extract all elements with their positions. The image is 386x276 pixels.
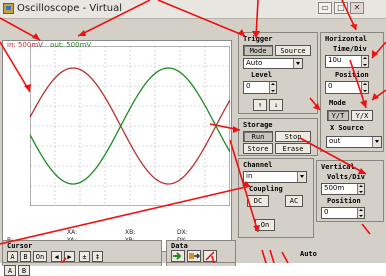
time-div-field[interactable]: 10u [325,55,369,68]
readout-dx: DX: [177,229,188,236]
close-button[interactable]: ✕ [350,2,364,14]
data-title-label: Data [171,242,188,250]
minimize-button[interactable]: ▭ [318,2,332,14]
chevron-down-icon[interactable] [372,137,381,147]
trigger-level-label: Level [251,71,273,79]
yx-mode-button[interactable]: Y/X [351,110,373,121]
vertical-position-value: 0 [324,208,329,216]
horizontal-mode-label: Mode [329,99,346,107]
horizontal-position-label: Position [335,71,369,79]
dc-coupling-button[interactable]: DC [247,195,269,207]
storage-title: Storage [243,121,273,129]
export-data-icon[interactable] [187,250,201,262]
window-title: Oscilloscope - Virtual [17,3,122,14]
trigger-mode-select[interactable]: Auto [243,58,303,69]
clear-data-icon[interactable] [203,250,217,262]
horizontal-position-value: 0 [328,82,333,90]
position-spinner-icon[interactable] [361,82,368,93]
horizontal-position-field[interactable]: 0 [325,81,369,94]
cursor-a-button[interactable]: A [4,265,16,276]
horizontal-panel: Horizontal Time/Div 10u Position 0 Mode … [320,32,384,152]
cursor-pm-btn[interactable]: ± [79,251,90,262]
cursor-left-btn[interactable]: ◀ [51,251,62,262]
time-div-label: Time/Div [333,45,367,53]
readout-xa: XA: [67,229,78,236]
chevron-down-icon[interactable] [297,172,306,182]
data-controls: Data [166,240,236,263]
volts-div-label: Volts/Div [327,173,365,181]
x-source-select[interactable]: out [326,136,382,148]
cursor-updown-btn[interactable]: ‡ [92,251,103,262]
cursor-a-btn[interactable]: A [7,251,18,262]
erase-button[interactable]: Erase [275,143,311,154]
store-button[interactable]: Store [243,143,273,154]
yt-mode-button[interactable]: Y/T [327,110,349,121]
oscilloscope-window: Oscilloscope - Virtual ▭ □ ✕ in: 500mV o… [0,0,386,276]
run-button[interactable]: Run [243,131,273,142]
channel-select[interactable]: in [243,171,307,183]
cursor-title-label: Cursor [7,242,33,250]
coupling-label: Coupling [249,185,283,193]
vertical-title: Vertical [321,163,355,171]
x-source-value: out [329,137,341,145]
x-source-label: X Source [330,124,364,132]
time-div-spinner-icon[interactable] [361,56,368,67]
waveform-plot [30,46,230,206]
maximize-button[interactable]: □ [334,2,348,14]
channel-panel: Channel in Coupling DC AC On [238,158,314,238]
trigger-level-field[interactable]: 0 [243,81,277,94]
trigger-mode-button[interactable]: Mode [243,45,273,56]
chevron-down-icon[interactable] [293,59,302,68]
cursor-b-button[interactable]: B [18,265,30,276]
cursor-on-btn[interactable]: On [33,251,47,262]
auto-label: Auto [300,250,317,258]
horizontal-title: Horizontal [325,35,368,43]
vertical-panel: Vertical Volts/Div 500m Position 0 [316,160,384,222]
vertical-position-label: Position [327,197,361,205]
app-icon [3,3,14,14]
cursor-right-btn[interactable]: ▶ [64,251,75,262]
load-data-icon[interactable] [171,250,185,262]
readout-xb: XB: [125,229,136,236]
channel-value: in [246,172,253,180]
trigger-panel: Trigger Mode Source Auto Level 0 ↑ ↓ [238,32,318,114]
trigger-source-button[interactable]: Source [275,45,311,56]
channel-on-button[interactable]: On [255,219,275,231]
trigger-mode-value: Auto [246,59,263,67]
rising-edge-button[interactable]: ↑ [253,99,267,111]
vertical-position-field[interactable]: 0 [321,207,365,219]
scope-display: in: 500mV out: 500mV XA: XB: DX: B: YA: … [2,40,232,252]
cursor-controls: Cursor A B On ◀ ▶ ± ‡ [2,240,162,263]
channel-title: Channel [243,161,273,169]
volts-div-spinner-icon[interactable] [357,184,364,194]
trigger-level-value: 0 [246,82,251,90]
time-div-value: 10u [328,56,342,64]
volts-div-value: 500m [324,184,345,192]
stop-button[interactable]: Stop [275,131,311,142]
level-spinner-icon[interactable] [269,82,276,93]
storage-panel: Storage Run Stop Store Erase [238,118,318,156]
volts-div-field[interactable]: 500m [321,183,365,195]
ac-coupling-button[interactable]: AC [285,195,303,207]
trigger-title: Trigger [243,35,273,43]
title-bar: Oscilloscope - Virtual ▭ □ ✕ [0,0,386,19]
cursor-b-btn[interactable]: B [20,251,31,262]
falling-edge-button[interactable]: ↓ [269,99,283,111]
vertical-position-spinner-icon[interactable] [357,208,364,218]
